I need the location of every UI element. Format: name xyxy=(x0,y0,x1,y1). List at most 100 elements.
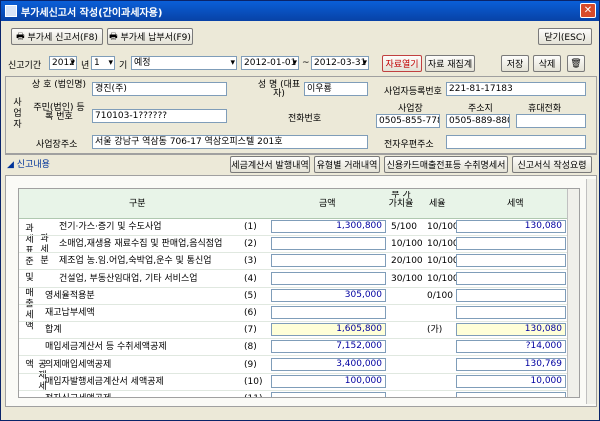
id-label: 주민(법인) 등록 번호 xyxy=(33,103,85,122)
term-unit: 기 xyxy=(119,61,128,71)
row-number: (6) xyxy=(244,308,257,318)
tax-field[interactable]: 10,000 xyxy=(456,374,566,388)
row-number: (4) xyxy=(244,273,257,284)
grid-header: 구분 금액 부 가 가치율 세율 세액 xyxy=(19,189,579,219)
row-number: (8) xyxy=(244,342,257,353)
amount-field[interactable] xyxy=(271,306,386,319)
printer-icon: 🖶 xyxy=(16,31,28,42)
tab-underline xyxy=(5,154,597,155)
amount-field[interactable] xyxy=(271,237,386,251)
value-added-rate: 5/100 xyxy=(391,222,417,232)
year-unit: 년 xyxy=(81,61,90,71)
regno-field[interactable]: 221-81-17183 xyxy=(446,82,586,96)
company-name-field[interactable]: 경진(주) xyxy=(92,82,227,96)
rep-label: 성 명 (대표자) xyxy=(257,80,301,99)
tax-field[interactable]: 130,080 xyxy=(456,220,566,233)
tax-rate: 0/100 xyxy=(427,290,453,301)
phone-label: 전화번호 xyxy=(288,114,322,124)
vat-report-button[interactable]: 🖶 부가세 신고서(F8) xyxy=(11,28,103,45)
tax-field[interactable] xyxy=(456,254,566,268)
report-type-select[interactable]: 예정 xyxy=(131,56,237,70)
amount-field[interactable]: 7,152,000 xyxy=(271,340,386,354)
amount-field[interactable] xyxy=(271,271,386,285)
table-row: 전기·가스·증기 및 수도사업 (1) 1,300,800 5/100 10/100 13… xyxy=(19,219,579,236)
table-row: 건설업, 부동산임대업, 기타 서비스업 (4) 30/100 10/100 xyxy=(19,271,579,288)
table-row: 매입자발행세금계산서 세액공제 (10) 100,000 10,000 xyxy=(19,374,579,391)
type-transactions-button[interactable]: 유형별 거래내역 xyxy=(314,156,380,173)
title-bar: 부가세신고서 작성(간이과세자용) ✕ xyxy=(1,1,599,21)
tax-field[interactable]: ?14,000 xyxy=(456,340,566,354)
row-number: (3) xyxy=(244,256,257,267)
biz-section-label: 사업자 xyxy=(11,97,21,130)
tax-field[interactable] xyxy=(456,288,566,302)
tab-report-contents[interactable]: ◢ 신고내용 xyxy=(7,157,50,170)
row-label: 매입자발행세금계산서 세액공제 xyxy=(45,376,164,387)
value-added-rate: 30/100 xyxy=(391,273,423,284)
tax-field[interactable] xyxy=(456,271,566,285)
tax-field[interactable]: 130,080 xyxy=(456,323,566,337)
period-label: 신고기간 xyxy=(8,61,42,71)
row-label: 전기·가스·증기 및 수도사업 xyxy=(59,222,162,232)
tax-field[interactable] xyxy=(456,392,566,397)
printer-icon: 🖶 xyxy=(109,31,121,42)
amount-field[interactable]: 3,400,000 xyxy=(271,357,386,371)
close-button[interactable]: 닫기(ESC) xyxy=(538,28,592,45)
address-field[interactable]: 서울 강남구 역삼동 706-17 역삼오피스텔 201호 xyxy=(92,135,368,149)
regno-label: 사업자등록번호 xyxy=(384,87,442,97)
row-label: 건설업, 부동산임대업, 기타 서비스업 xyxy=(59,273,198,284)
office-phone-field[interactable]: 0505-855-7788 xyxy=(376,114,440,128)
row-label: 재고납부세액 xyxy=(45,308,95,318)
mobile-field[interactable] xyxy=(516,114,586,128)
tax-field[interactable] xyxy=(456,306,566,319)
amount-field[interactable]: 100,000 xyxy=(271,374,386,388)
panel-scrollbar[interactable] xyxy=(586,179,596,404)
amount-field[interactable] xyxy=(271,254,386,268)
address-label: 사업장주소 xyxy=(36,140,78,150)
header-item: 구분 xyxy=(129,199,146,209)
guide-button[interactable]: 신고서식 작성요령 xyxy=(512,156,592,173)
recompute-button[interactable]: 자료 재집계 xyxy=(425,55,475,72)
invoice-issue-button[interactable]: 세금계산서 발행내역 xyxy=(230,156,310,173)
trash-icon[interactable]: 🗑 xyxy=(567,55,585,72)
row-number: (1) xyxy=(244,222,257,232)
table-row: 의제매입세액공제 (9) 3,400,000 130,769 xyxy=(19,357,579,374)
load-data-button[interactable]: 자료열기 xyxy=(382,55,422,72)
row-number: (5) xyxy=(244,290,257,301)
amount-field[interactable]: 305,000 xyxy=(271,288,386,302)
representative-field[interactable]: 이우룡 xyxy=(304,82,368,96)
table-row: 전자신고세액공제 (11) xyxy=(19,391,579,397)
delete-button[interactable]: 삭제 xyxy=(533,55,561,72)
grid-scrollbar[interactable] xyxy=(567,189,579,397)
tax-rate: 10/100 xyxy=(427,273,459,284)
home-phone-field[interactable]: 0505-889-8800 xyxy=(446,114,510,128)
id-number-field[interactable]: 710103-1?????? xyxy=(92,109,227,123)
term-select[interactable]: 1 xyxy=(91,56,115,70)
table-row: 소매업,재생용 재료수집 및 판매업,음식점업 (2) 10/100 10/100 xyxy=(19,236,579,254)
main-window: 부가세신고서 작성(간이과세자용) ✕ 🖶 부가세 신고서(F8) 🖶 부가세 … xyxy=(0,0,600,421)
row-label: 소매업,재생용 재료수집 및 판매업,음식점업 xyxy=(59,239,223,250)
tax-field[interactable]: 130,769 xyxy=(456,357,566,371)
to-date[interactable]: 2012-03-31 xyxy=(311,56,369,70)
date-separator: ~ xyxy=(302,58,310,68)
row-label: 매입세금계산서 등 수취세액공제 xyxy=(45,342,167,353)
tax-field[interactable] xyxy=(456,237,566,251)
year-select[interactable]: 2012 xyxy=(49,56,77,70)
office-label: 사업장 xyxy=(398,104,423,114)
mobile-label: 휴대전화 xyxy=(528,104,562,114)
tax-rate: 10/100 xyxy=(427,239,459,250)
tax-rate: 10/100 xyxy=(427,256,459,267)
close-icon[interactable]: ✕ xyxy=(580,3,596,18)
from-date[interactable]: 2012-01-01 xyxy=(241,56,299,70)
tax-rate: (가) xyxy=(427,325,443,336)
table-row: 합계 (7) 1,605,800 (가) 130,080 xyxy=(19,322,579,340)
save-button[interactable]: 저장 xyxy=(501,55,529,72)
header-value-added-rate: 부 가 가치율 xyxy=(388,191,414,207)
vat-payment-button[interactable]: 🖶 부가세 납부서(F9) xyxy=(107,28,193,45)
email-field[interactable] xyxy=(446,135,586,149)
row-label: 영세율적용분 xyxy=(45,290,95,301)
amount-field[interactable] xyxy=(271,392,386,397)
row-label: 전자신고세액공제 xyxy=(45,391,111,397)
amount-field[interactable]: 1,300,800 xyxy=(271,220,386,233)
amount-field[interactable]: 1,605,800 xyxy=(271,323,386,337)
card-receipt-button[interactable]: 신용카드매출전표등 수취명세서 xyxy=(384,156,508,173)
